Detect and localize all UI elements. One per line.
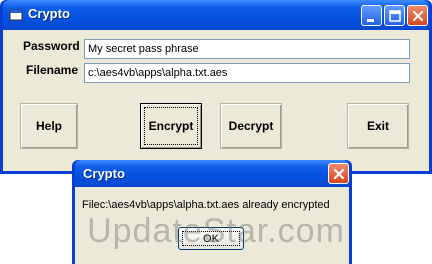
encrypt-button[interactable]: Encrypt [140, 103, 202, 149]
minimize-button[interactable] [361, 5, 382, 26]
window-title: Crypto [28, 6, 70, 21]
decrypt-button[interactable]: Decrypt [220, 103, 282, 149]
dialog-close-button[interactable] [328, 163, 349, 184]
maximize-button[interactable] [384, 5, 405, 26]
close-icon [333, 168, 345, 180]
help-button[interactable]: Help [20, 103, 78, 149]
filename-label: Filename [26, 63, 79, 77]
window-app-icon [9, 9, 23, 21]
password-field[interactable]: My secret pass phrase [84, 39, 410, 59]
window-client-area: Password My secret pass phrase Filename … [3, 30, 429, 171]
message-dialog: Crypto Filec:\aes4vb\apps\alpha.txt.aes … [72, 160, 352, 264]
dialog-message: Filec:\aes4vb\apps\alpha.txt.aes already… [82, 199, 330, 211]
main-window: Crypto Password My secret pass phrase Fi… [0, 0, 432, 174]
ok-button[interactable]: OK [178, 227, 244, 250]
close-icon [412, 10, 424, 22]
dialog-title-bar[interactable]: Crypto [75, 160, 349, 187]
exit-button[interactable]: Exit [347, 103, 409, 149]
password-label: Password [23, 39, 80, 53]
dialog-title: Crypto [83, 166, 125, 181]
title-bar[interactable]: Crypto [3, 0, 429, 30]
close-button[interactable] [407, 5, 428, 26]
dialog-client-area: Filec:\aes4vb\apps\alpha.txt.aes already… [75, 187, 349, 264]
minimize-icon [367, 19, 374, 22]
maximize-icon [389, 10, 401, 22]
filename-field[interactable]: c:\aes4vb\apps\alpha.txt.aes [84, 63, 410, 83]
